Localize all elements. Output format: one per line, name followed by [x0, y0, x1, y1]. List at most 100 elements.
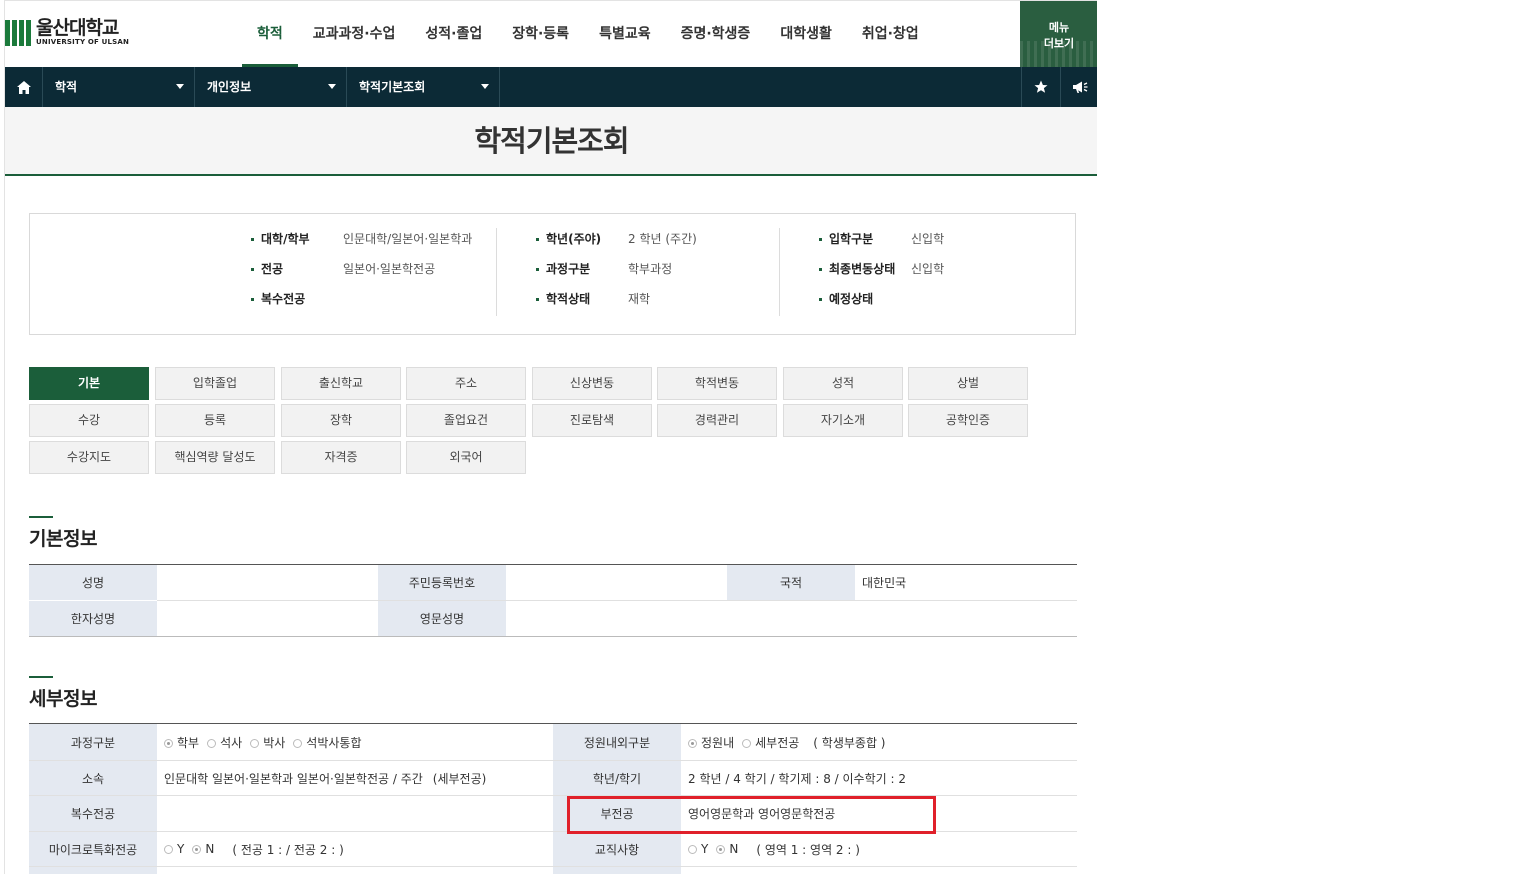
tab-rewards-penalties[interactable]: 상벌 — [908, 367, 1028, 400]
detail-label-quota: 정원내외구분 — [553, 724, 681, 760]
detail-label-affiliation: 소속 — [29, 761, 157, 795]
tab-core-competency[interactable]: 핵심역량 달성도 — [155, 441, 275, 474]
summary-label: 대학/학부 — [251, 228, 343, 258]
micro-radio-group: Y N ( 전공 1 : / 전공 2 : ) — [157, 832, 553, 866]
summary-value: 신입학 — [911, 232, 945, 246]
detail-label-course: 과정구분 — [29, 724, 157, 760]
menu-more-button[interactable]: 메뉴 더보기 — [1020, 1, 1097, 67]
summary-label: 최종변동상태 — [819, 258, 911, 288]
radio-checked-icon — [716, 845, 726, 854]
summary-label: 전공 — [251, 258, 343, 288]
gnb-item-special-edu[interactable]: 특별교육 — [584, 1, 666, 67]
tab-enrollment-guidance[interactable]: 수강지도 — [29, 441, 149, 474]
course-option-doctor[interactable]: 박사 — [250, 734, 285, 751]
summary-column-2: 학년(주야) 2 학년 (주간) 과정구분 학부과정 학적상태 재학 — [536, 228, 780, 316]
summary-label: 예정상태 — [819, 288, 911, 318]
radio-checked-icon — [688, 738, 697, 748]
tab-address[interactable]: 주소 — [406, 367, 526, 400]
gnb-item-curriculum[interactable]: 교과과정·수업 — [298, 1, 411, 67]
gnb-item-grades[interactable]: 성적·졸업 — [410, 1, 497, 67]
location-dropdown-level1[interactable]: 학적 — [43, 67, 195, 107]
location-bar: 학적 개인정보 학적기본조회 — [5, 67, 1097, 107]
detail-value-affiliation: 인문대학 일본어·일본학과 일본어·일본학전공 / 주간 (세부전공) — [164, 771, 487, 786]
course-option-integrated[interactable]: 석박사통합 — [293, 734, 361, 751]
university-logo[interactable]: 울산대학교 UNIVERSITY OF ULSAN — [5, 18, 129, 47]
tab-career-management[interactable]: 경력관리 — [657, 404, 777, 437]
tab-basic[interactable]: 기본 — [29, 367, 149, 400]
logo-name: 울산대학교 — [36, 17, 119, 39]
detail-label-micro-major: 마이크로특화전공 — [29, 832, 157, 866]
radio-icon — [688, 845, 697, 854]
summary-value: 재학 — [628, 292, 651, 306]
summary-value: 학부과정 — [628, 262, 673, 276]
gnb-item-scholarship[interactable]: 장학·등록 — [497, 1, 584, 67]
micro-option-yes[interactable]: Y — [164, 842, 184, 856]
gnb-item-certificate[interactable]: 증명·학생증 — [666, 1, 766, 67]
megaphone-icon[interactable] — [1060, 67, 1097, 107]
quota-radio-group: 정원내 세부전공 ( 학생부종합 ) — [681, 724, 1077, 760]
detail-value-grade: 2 학년 / 4 학기 / 학기제 : 8 / 이수학기 : 2 — [688, 771, 906, 786]
micro-note: ( 전공 1 : / 전공 2 : ) — [232, 842, 344, 857]
micro-option-no[interactable]: N — [192, 842, 214, 856]
tab-license[interactable]: 자격증 — [281, 441, 401, 474]
summary-value: 일본어·일본학전공 — [343, 262, 436, 276]
section-title-detail: 세부정보 — [29, 688, 97, 710]
basic-value-nationality: 대한민국 — [862, 576, 907, 590]
page: 울산대학교 UNIVERSITY OF ULSAN 학적 교과과정·수업 성적·… — [4, 0, 1097, 874]
teaching-note: ( 영역 1 : 영역 2 : ) — [756, 842, 860, 857]
location-dropdown-level2[interactable]: 개인정보 — [195, 67, 347, 107]
section-title-basic: 기본정보 — [29, 528, 97, 550]
section-mark — [29, 516, 53, 518]
course-option-master[interactable]: 석사 — [207, 734, 242, 751]
quota-note: ( 학생부종합 ) — [813, 735, 886, 750]
gnb-item-hakjeok[interactable]: 학적 — [242, 1, 298, 67]
page-title: 학적기본조회 — [474, 124, 629, 158]
summary-label: 학적상태 — [536, 288, 628, 318]
basic-value-hanja — [157, 601, 378, 636]
student-summary-box: 대학/학부 인문대학/일본어·일본학과 전공 일본어·일본학전공 복수전공 학년(주… — [29, 213, 1076, 335]
summary-value: 신입학 — [911, 262, 945, 276]
tab-engineering-cert[interactable]: 공학인증 — [908, 404, 1028, 437]
radio-icon — [207, 738, 217, 748]
caret-down-icon — [481, 84, 489, 89]
star-icon[interactable] — [1021, 67, 1059, 107]
tab-record-change[interactable]: 학적변동 — [657, 367, 777, 400]
tab-admission-graduation[interactable]: 입학졸업 — [155, 367, 275, 400]
tab-enrollment[interactable]: 수강 — [29, 404, 149, 437]
basic-value-english-name — [506, 601, 1077, 636]
tab-foreign-language[interactable]: 외국어 — [406, 441, 526, 474]
tab-grades[interactable]: 성적 — [783, 367, 903, 400]
tab-scholarship[interactable]: 장학 — [281, 404, 401, 437]
tab-personal-change[interactable]: 신상변동 — [532, 367, 652, 400]
course-option-undergrad[interactable]: 학부 — [164, 734, 199, 751]
basic-label-name: 성명 — [29, 565, 157, 600]
caret-down-icon — [176, 84, 184, 89]
summary-label: 입학구분 — [819, 228, 911, 258]
tab-graduation-requirements[interactable]: 졸업요건 — [406, 404, 526, 437]
summary-value: 2 학년 (주간) — [628, 232, 697, 246]
tab-career-exploration[interactable]: 진로탐색 — [532, 404, 652, 437]
top-header: 울산대학교 UNIVERSITY OF ULSAN 학적 교과과정·수업 성적·… — [5, 1, 1097, 67]
basic-value-rrn — [506, 565, 727, 600]
tab-self-introduction[interactable]: 자기소개 — [783, 404, 903, 437]
global-nav: 학적 교과과정·수업 성적·졸업 장학·등록 특별교육 증명·학생증 대학생활 … — [242, 1, 934, 67]
radio-icon — [742, 738, 752, 748]
quota-option-inside[interactable]: 정원내 — [688, 734, 734, 751]
basic-value-name — [157, 565, 381, 600]
logo-mark-icon — [5, 19, 31, 46]
quota-option-detail-major[interactable]: 세부전공 — [742, 734, 799, 751]
minor-highlight-box — [567, 796, 936, 834]
tab-registration[interactable]: 등록 — [155, 404, 275, 437]
home-icon[interactable] — [5, 67, 43, 107]
detail-label-grade: 학년/학기 — [553, 761, 681, 795]
summary-label: 과정구분 — [536, 258, 628, 288]
basic-label-hanja: 한자성명 — [29, 601, 157, 636]
teaching-option-no[interactable]: N — [716, 842, 738, 856]
gnb-item-campus-life[interactable]: 대학생활 — [765, 1, 847, 67]
tab-previous-school[interactable]: 출신학교 — [281, 367, 401, 400]
teaching-option-yes[interactable]: Y — [688, 842, 708, 856]
gnb-item-career[interactable]: 취업·창업 — [847, 1, 934, 67]
basic-label-english-name: 영문성명 — [378, 601, 506, 636]
location-dropdown-level3[interactable]: 학적기본조회 — [347, 67, 500, 107]
basic-label-nationality: 국적 — [727, 565, 855, 600]
